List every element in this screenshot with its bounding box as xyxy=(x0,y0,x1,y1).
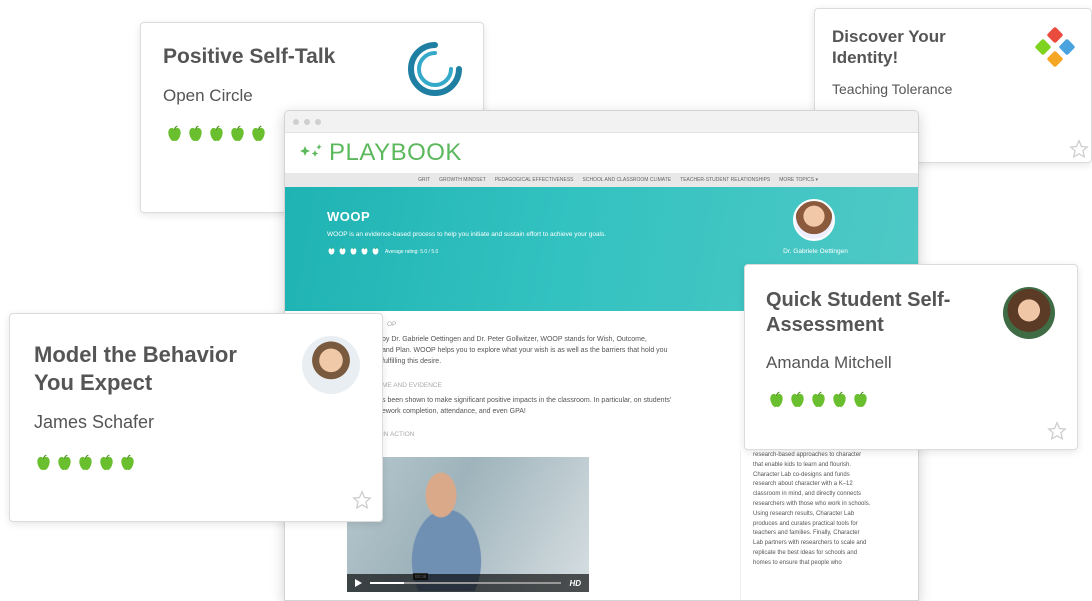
section-heading-evidence: ME AND EVIDENCE xyxy=(382,382,442,389)
topic-nav: GRIT GROWTH MINDSET PEDAGOGICAL EFFECTIV… xyxy=(285,173,918,187)
card-title: Positive Self-Talk xyxy=(163,45,336,68)
card-title-line2: You Expect xyxy=(34,370,153,395)
playbook-header: PLAYBOOK xyxy=(285,133,918,173)
card-author: James Schafer xyxy=(34,412,155,432)
play-icon[interactable] xyxy=(355,579,362,587)
card-author: Open Circle xyxy=(163,86,253,105)
apple-rating-icon xyxy=(338,247,347,256)
card-title-line1: Model the Behavior xyxy=(34,342,237,367)
video-controls: HD xyxy=(347,574,589,592)
rating-apples xyxy=(767,391,870,410)
about-line-3: fulfilling this desire. xyxy=(382,358,442,365)
apple-rating-icon xyxy=(327,247,336,256)
nav-growth-mindset[interactable]: GROWTH MINDSET xyxy=(439,177,486,183)
rating-apples-small xyxy=(327,247,380,256)
window-zoom-button[interactable] xyxy=(315,118,321,125)
apple-rating-icon xyxy=(360,247,369,256)
apple-rating-icon xyxy=(788,391,807,410)
nav-more-topics[interactable]: MORE TOPICS ▾ xyxy=(779,177,818,183)
hero-rating: Average rating: 5.0 / 5.0 xyxy=(327,247,438,256)
nav-school-classroom-climate[interactable]: SCHOOL AND CLASSROOM CLIMATE xyxy=(583,177,672,183)
card-title-line1: Discover Your xyxy=(832,27,946,46)
apple-rating-icon xyxy=(55,454,74,473)
favorite-star-icon[interactable] xyxy=(352,490,372,510)
author-avatar xyxy=(793,199,835,241)
author-name: Dr. Gabriele Oettingen xyxy=(783,248,848,255)
playbook-logo-text[interactable]: PLAYBOOK xyxy=(329,139,462,167)
apple-rating-icon xyxy=(371,247,380,256)
open-circle-logo-icon xyxy=(408,42,462,96)
apple-rating-icon xyxy=(165,125,184,144)
window-close-button[interactable] xyxy=(293,118,299,125)
card-title-line2: Identity! xyxy=(832,48,899,67)
apple-rating-icon xyxy=(228,125,247,144)
about-line-2: and Plan. WOOP helps you to explore what… xyxy=(382,347,668,354)
apple-rating-icon xyxy=(97,454,116,473)
favorite-star-icon[interactable] xyxy=(1069,139,1089,159)
apple-rating-icon xyxy=(767,391,786,410)
playbook-logo-icon xyxy=(300,144,322,157)
apple-rating-icon xyxy=(809,391,828,410)
nav-grit[interactable]: GRIT xyxy=(418,177,430,183)
nav-teacher-student-relationships[interactable]: TEACHER-STUDENT RELATIONSHIPS xyxy=(680,177,770,183)
video-player[interactable]: 00:36 HD xyxy=(347,457,589,592)
about-line-1: by Dr. Gabriele Oettingen and Dr. Peter … xyxy=(382,336,647,343)
card-title-line1: Quick Student Self- xyxy=(766,289,951,311)
apple-rating-icon xyxy=(118,454,137,473)
card-quick-self-assessment[interactable]: Quick Student Self- Assessment Amanda Mi… xyxy=(744,264,1078,450)
teaching-tolerance-logo-icon xyxy=(1035,27,1075,67)
page-description: WOOP is an evidence-based process to hel… xyxy=(327,231,607,238)
card-model-behavior[interactable]: Model the Behavior You Expect James Scha… xyxy=(9,313,383,522)
apple-rating-icon xyxy=(851,391,870,410)
favorite-star-icon[interactable] xyxy=(1047,421,1067,441)
card-title-line2: Assessment xyxy=(766,314,884,336)
apple-rating-icon xyxy=(830,391,849,410)
evidence-line-2: ework completion, attendance, and even G… xyxy=(382,408,526,415)
window-minimize-button[interactable] xyxy=(304,118,310,125)
sidebar-text: research-based approaches to character t… xyxy=(753,452,871,566)
section-heading-about: OP xyxy=(387,321,397,328)
apple-rating-icon xyxy=(349,247,358,256)
card-author: Amanda Mitchell xyxy=(766,353,892,372)
apple-rating-icon xyxy=(186,125,205,144)
rating-apples xyxy=(34,454,137,473)
sidebar-about-character-lab: research-based approaches to character t… xyxy=(740,451,873,600)
apple-rating-icon xyxy=(249,125,268,144)
author-avatar xyxy=(302,336,360,394)
page-title: WOOP xyxy=(327,209,371,224)
hd-toggle[interactable]: HD xyxy=(569,579,581,588)
apple-rating-icon xyxy=(76,454,95,473)
evidence-line-1: s been shown to make significant positiv… xyxy=(382,397,672,404)
rating-text: Average rating: 5.0 / 5.0 xyxy=(385,248,439,255)
apple-rating-icon xyxy=(207,125,226,144)
card-author: Teaching Tolerance xyxy=(832,81,953,97)
window-titlebar xyxy=(285,111,918,133)
nav-pedagogical-effectiveness[interactable]: PEDAGOGICAL EFFECTIVENESS xyxy=(495,177,574,183)
apple-rating-icon xyxy=(34,454,53,473)
video-progress-bar[interactable] xyxy=(370,582,562,584)
author-avatar xyxy=(1003,287,1055,339)
rating-apples xyxy=(165,125,268,144)
section-heading-in-action: IN ACTION xyxy=(382,431,415,438)
